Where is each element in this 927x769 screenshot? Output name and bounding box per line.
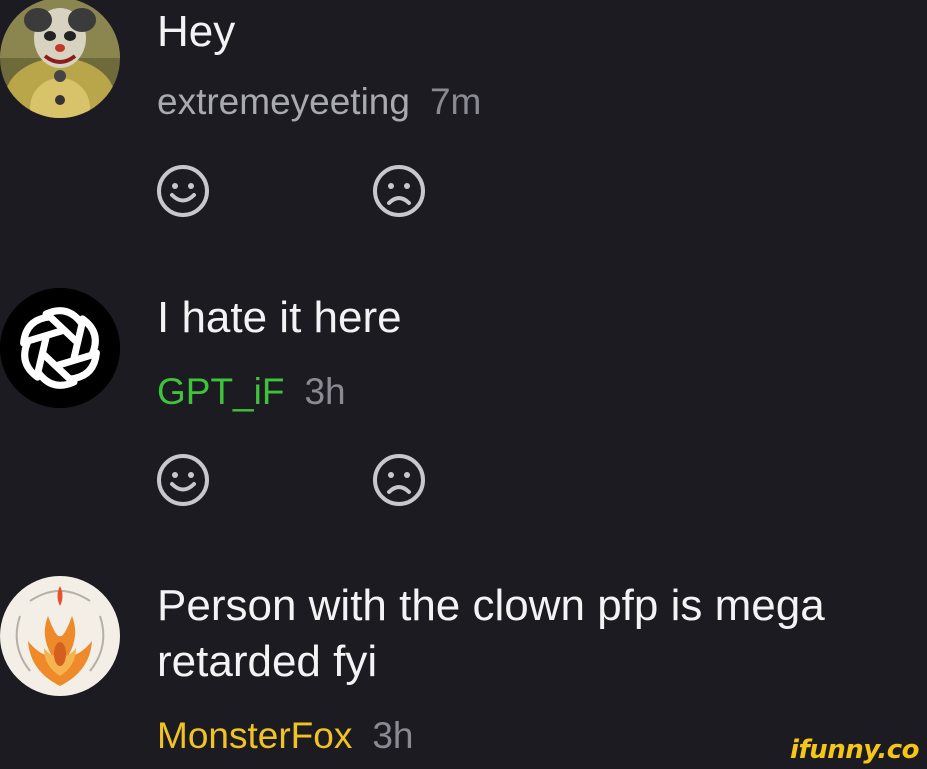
username-link[interactable]: GPT_iF [157,371,284,412]
comment-item: Hey extremeyeeting 7m [0,0,927,260]
comment-text: Person with the clown pfp is mega retard… [157,578,825,690]
frown-icon[interactable] [371,452,427,508]
frown-icon[interactable] [371,163,427,219]
openai-logo-avatar[interactable] [0,288,120,408]
comment-text-line: Person with the clown pfp is mega [157,581,825,630]
comment-timestamp: 7m [429,81,482,122]
comment-item: Person with the clown pfp is mega retard… [0,570,927,769]
comment-text: I hate it here [157,293,402,342]
comment-meta: extremeyeeting 7m [157,80,481,124]
comment-item: I hate it here GPT_iF 3h [0,280,927,540]
reaction-bar [155,452,435,508]
username-link[interactable]: extremeyeeting [157,81,410,122]
clown-avatar[interactable] [0,0,120,118]
comment-meta: GPT_iF 3h [157,370,346,414]
comment-text-line: retarded fyi [157,637,378,686]
username-link[interactable]: MonsterFox [157,715,352,756]
comment-meta: MonsterFox 3h [157,714,414,758]
ifunny-watermark: ifunny.co [790,735,919,765]
comment-timestamp: 3h [304,371,346,412]
nine-tailed-fox-avatar[interactable] [0,576,120,696]
reaction-bar [155,163,435,219]
smile-icon[interactable] [155,452,211,508]
smile-icon[interactable] [155,163,211,219]
comment-text: Hey [157,7,236,56]
comment-timestamp: 3h [372,715,414,756]
